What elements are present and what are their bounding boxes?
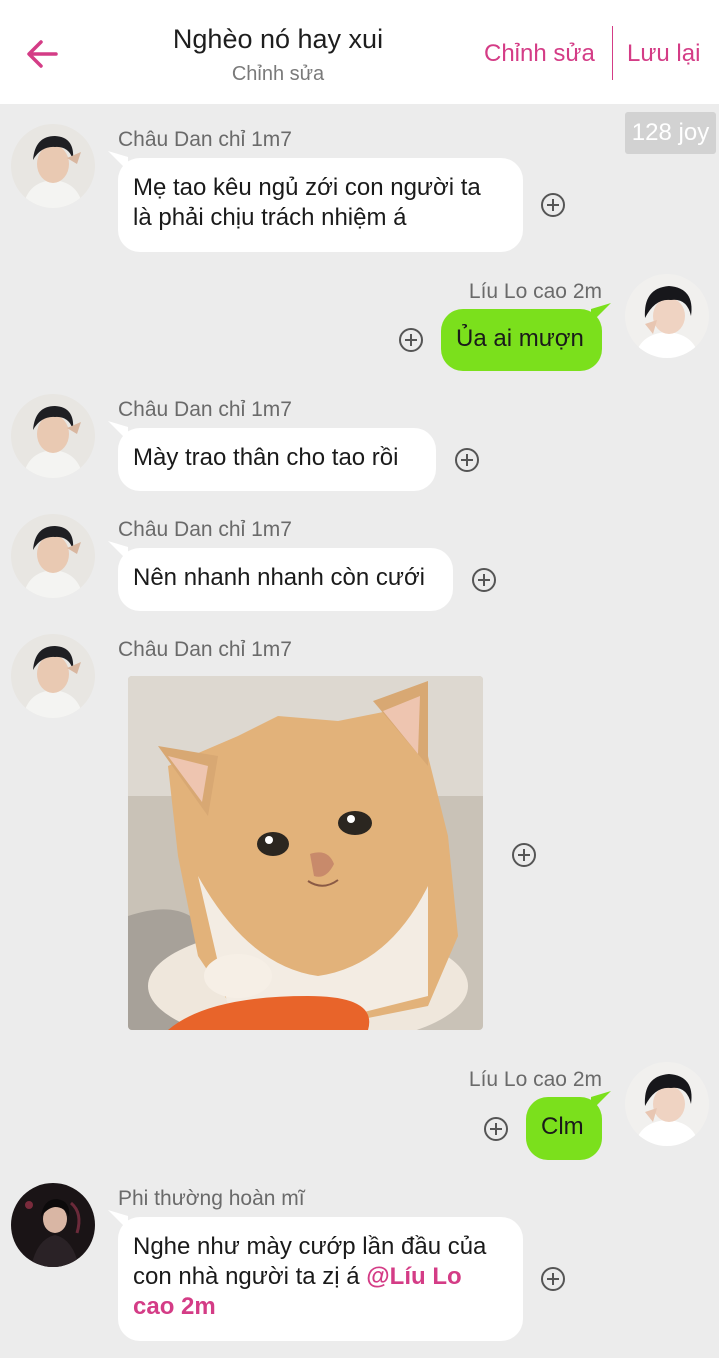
sender-name: Líu Lo cao 2m (468, 1068, 602, 1091)
add-reaction-icon[interactable] (455, 448, 479, 472)
message-bubble[interactable]: Nên nhanh nhanh còn cưới (118, 548, 453, 611)
message-text: Mày trao thân cho tao rồi (133, 444, 399, 471)
avatar[interactable] (11, 394, 95, 478)
message-text: Ủa ai mượn (456, 325, 584, 352)
top-bar: Nghèo nó hay xui Chỉnh sửa Chỉnh sửa Lưu… (0, 0, 719, 104)
message-text: Nghe như mày cướp lần đầu của con nhà ng… (133, 1232, 508, 1322)
avatar[interactable] (11, 124, 95, 208)
edit-button[interactable]: Chỉnh sửa (484, 40, 595, 68)
conversation-subtitle: Chỉnh sửa (231, 63, 325, 85)
sender-name: Châu Dan chỉ 1m7 (118, 518, 292, 541)
message-bubble[interactable]: Mày trao thân cho tao rồi (118, 428, 436, 491)
message-text: Nên nhanh nhanh còn cưới (133, 564, 426, 591)
joy-counter-badge: 128 joy (625, 112, 716, 154)
add-reaction-icon[interactable] (399, 328, 423, 352)
avatar[interactable] (11, 634, 95, 718)
add-reaction-icon[interactable] (472, 568, 496, 592)
save-button[interactable]: Lưu lại (627, 40, 700, 68)
add-reaction-icon[interactable] (484, 1117, 508, 1141)
conversation-title: Nghèo nó hay xui (172, 24, 384, 54)
add-reaction-icon[interactable] (541, 1267, 565, 1291)
avatar[interactable] (11, 514, 95, 598)
sender-name: Phi thường hoàn mĩ (118, 1187, 305, 1210)
sender-name: Châu Dan chỉ 1m7 (118, 638, 292, 661)
add-reaction-icon[interactable] (512, 843, 536, 867)
avatar[interactable] (625, 274, 709, 358)
message-bubble[interactable]: Nghe như mày cướp lần đầu của con nhà ng… (118, 1217, 523, 1341)
header-divider (612, 26, 613, 80)
sender-name: Châu Dan chỉ 1m7 (118, 128, 292, 151)
message-text: Mẹ tao kêu ngủ zới con người ta là phải … (133, 174, 481, 231)
avatar[interactable] (11, 1183, 95, 1267)
kitten-photo[interactable] (128, 676, 483, 1030)
message-bubble[interactable]: Clm (526, 1097, 602, 1160)
message-bubble[interactable]: Ủa ai mượn (441, 309, 602, 371)
avatar[interactable] (625, 1062, 709, 1146)
sender-name: Líu Lo cao 2m (468, 280, 602, 303)
message-bubble[interactable]: Mẹ tao kêu ngủ zới con người ta là phải … (118, 158, 523, 252)
message-text: Clm (541, 1113, 584, 1140)
add-reaction-icon[interactable] (541, 193, 565, 217)
sender-name: Châu Dan chỉ 1m7 (118, 398, 292, 421)
